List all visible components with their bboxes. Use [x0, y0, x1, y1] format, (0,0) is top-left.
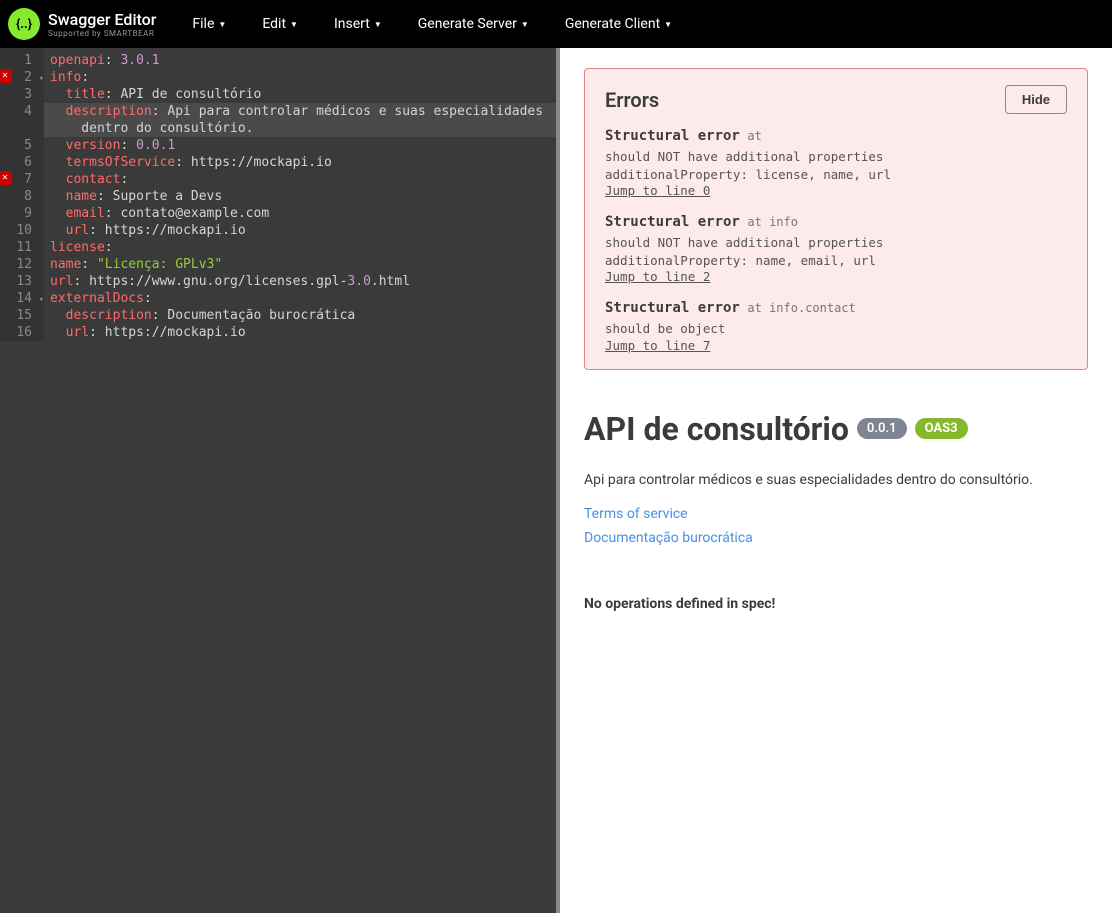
code-line[interactable]: description: Documentação burocrática	[44, 307, 556, 324]
hide-errors-button[interactable]: Hide	[1005, 85, 1067, 114]
menu-generate-client[interactable]: Generate Client▼	[553, 10, 684, 38]
preview-pane: Errors Hide Structural error at should N…	[556, 48, 1112, 913]
menu-file[interactable]: File▼	[180, 10, 238, 38]
gutter-line: 15	[0, 307, 44, 324]
chevron-down-icon: ▼	[218, 20, 226, 29]
code-line[interactable]: description: Api para controlar médicos …	[44, 103, 556, 120]
logo: {..} Swagger Editor Supported by SMARTBE…	[8, 8, 156, 40]
jump-to-line-link[interactable]: Jump to line 0	[605, 183, 1067, 198]
code-line[interactable]: email: contato@example.com	[44, 205, 556, 222]
no-operations-message: No operations defined in spec!	[584, 596, 1088, 612]
yaml-editor[interactable]: 12▾34 567891011121314▾1516 openapi: 3.0.1…	[0, 48, 556, 913]
gutter-line: 9	[0, 205, 44, 222]
logo-subtitle: Supported by SMARTBEAR	[48, 29, 156, 38]
gutter: 12▾34 567891011121314▾1516	[0, 48, 44, 341]
menu-generate-server[interactable]: Generate Server▼	[406, 10, 541, 38]
code-line[interactable]: info:	[44, 69, 556, 86]
fold-icon[interactable]: ▾	[34, 292, 44, 302]
gutter-line: 16	[0, 324, 44, 341]
gutter-line: 7	[0, 171, 44, 188]
topbar: {..} Swagger Editor Supported by SMARTBE…	[0, 0, 1112, 48]
gutter-line: 1	[0, 52, 44, 69]
errors-title: Errors	[605, 88, 659, 112]
gutter-line: 12	[0, 256, 44, 273]
gutter-line: 8	[0, 188, 44, 205]
gutter-line: 6	[0, 154, 44, 171]
gutter-line: 11	[0, 239, 44, 256]
error-item: Structural error at info.contactshould b…	[605, 300, 1067, 353]
code-line[interactable]: url: https://mockapi.io	[44, 222, 556, 239]
gutter-line: 2▾	[0, 69, 44, 86]
code-line[interactable]: url: https://mockapi.io	[44, 324, 556, 341]
topbar-menu: File▼ Edit▼ Insert▼ Generate Server▼ Gen…	[180, 10, 684, 38]
error-item: Structural error at should NOT have addi…	[605, 128, 1067, 198]
code-line[interactable]: dentro do consultório.	[44, 120, 556, 137]
error-item: Structural error at infoshould NOT have …	[605, 214, 1067, 284]
fold-icon[interactable]: ▾	[34, 71, 44, 81]
code-line[interactable]: version: 0.0.1	[44, 137, 556, 154]
code-line[interactable]: openapi: 3.0.1	[44, 52, 556, 69]
code-line[interactable]: name: "Licença: GPLv3"	[44, 256, 556, 273]
code-line[interactable]: title: API de consultório	[44, 86, 556, 103]
code-line[interactable]: url: https://www.gnu.org/licenses.gpl-3.…	[44, 273, 556, 290]
gutter-line: 4	[0, 103, 44, 120]
chevron-down-icon: ▼	[374, 20, 382, 29]
chevron-down-icon: ▼	[521, 20, 529, 29]
jump-to-line-link[interactable]: Jump to line 2	[605, 269, 1067, 284]
logo-title: Swagger Editor	[48, 10, 156, 29]
code-line[interactable]: contact:	[44, 171, 556, 188]
chevron-down-icon: ▼	[664, 20, 672, 29]
gutter-line	[0, 120, 44, 137]
api-description: Api para controlar médicos e suas especi…	[584, 472, 1088, 488]
api-title: API de consultório	[584, 410, 849, 448]
gutter-line: 10	[0, 222, 44, 239]
swagger-logo-icon: {..}	[8, 8, 40, 40]
gutter-line: 5	[0, 137, 44, 154]
gutter-line: 3	[0, 86, 44, 103]
code-line[interactable]: externalDocs:	[44, 290, 556, 307]
code-line[interactable]: license:	[44, 239, 556, 256]
code-line[interactable]: termsOfService: https://mockapi.io	[44, 154, 556, 171]
terms-of-service-link[interactable]: Terms of service	[584, 506, 1088, 522]
menu-insert[interactable]: Insert▼	[322, 10, 394, 38]
oas-badge: OAS3	[915, 418, 968, 439]
gutter-line: 13	[0, 273, 44, 290]
menu-edit[interactable]: Edit▼	[250, 10, 310, 38]
main-split: 12▾34 567891011121314▾1516 openapi: 3.0.1…	[0, 48, 1112, 913]
jump-to-line-link[interactable]: Jump to line 7	[605, 338, 1067, 353]
code-line[interactable]: name: Suporte a Devs	[44, 188, 556, 205]
chevron-down-icon: ▼	[290, 20, 298, 29]
api-header: API de consultório 0.0.1 OAS3	[584, 410, 1088, 448]
gutter-line: 14▾	[0, 290, 44, 307]
external-docs-link[interactable]: Documentação burocrática	[584, 530, 1088, 546]
errors-panel: Errors Hide Structural error at should N…	[584, 68, 1088, 370]
version-badge: 0.0.1	[857, 418, 907, 439]
